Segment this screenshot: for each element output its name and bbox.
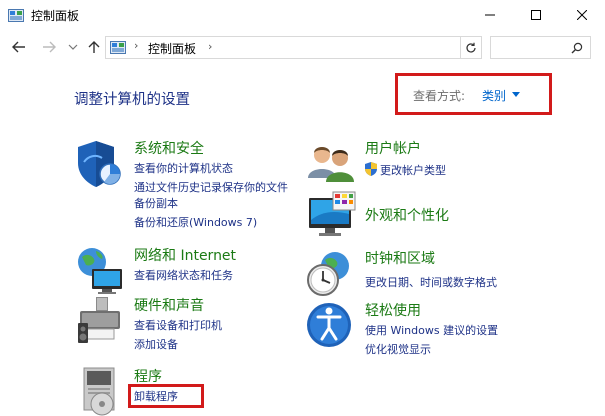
link-add-device[interactable]: 添加设备 <box>134 336 178 352</box>
address-bar: › 控制面板 › <box>0 31 605 63</box>
link-change-account-type[interactable]: 更改帐户类型 <box>380 162 446 178</box>
category-title[interactable]: 硬件和声音 <box>134 295 204 315</box>
link-recommended-settings[interactable]: 使用 Windows 建议的设置 <box>365 322 498 338</box>
close-icon <box>577 10 587 20</box>
page-title: 调整计算机的设置 <box>74 92 190 108</box>
search-input[interactable] <box>490 36 591 59</box>
category-title[interactable]: 程序 <box>134 366 162 386</box>
window-title: 控制面板 <box>31 9 80 23</box>
category-title[interactable]: 外观和个性化 <box>365 205 449 225</box>
refresh-icon <box>466 42 476 53</box>
category-title[interactable]: 用户帐户 <box>365 138 421 158</box>
dropdown-caret-icon[interactable] <box>512 92 520 97</box>
up-arrow-icon[interactable] <box>85 39 103 55</box>
minimize-button[interactable] <box>467 0 513 31</box>
forward-arrow-icon[interactable] <box>40 39 58 55</box>
category-title[interactable]: 轻松使用 <box>365 300 421 320</box>
link-devices-printers[interactable]: 查看设备和打印机 <box>134 317 222 333</box>
back-arrow-icon[interactable] <box>10 39 28 55</box>
link-change-date-time-format[interactable]: 更改日期、时间或数字格式 <box>365 274 497 290</box>
breadcrumb-chevron[interactable]: › <box>208 40 212 53</box>
view-by-dropdown[interactable]: 类别 <box>482 87 506 104</box>
link-view-computer-status[interactable]: 查看你的计算机状态 <box>134 160 233 176</box>
ease-of-access-icon[interactable] <box>305 300 357 352</box>
network-globe-icon[interactable] <box>74 245 126 297</box>
maximize-icon <box>531 10 541 20</box>
uac-shield-icon <box>365 162 377 176</box>
maximize-button[interactable] <box>513 0 559 31</box>
view-by-label: 查看方式: <box>413 89 466 103</box>
search-icon <box>571 42 583 54</box>
printer-speaker-icon[interactable] <box>74 295 126 347</box>
link-network-status[interactable]: 查看网络状态和任务 <box>134 267 233 283</box>
user-accounts-icon[interactable] <box>305 138 357 190</box>
recent-pages-chevron-icon[interactable] <box>64 39 82 55</box>
minimize-icon <box>485 14 495 16</box>
close-button[interactable] <box>559 0 605 31</box>
link-file-history[interactable]: 通过文件历史记录保存你的文件 <box>134 179 288 195</box>
programs-icon[interactable] <box>74 366 126 416</box>
category-title[interactable]: 时钟和区域 <box>365 248 435 268</box>
link-optimize-visual-display[interactable]: 优化视觉显示 <box>365 341 431 357</box>
control-panel-icon <box>8 9 24 22</box>
category-title[interactable]: 系统和安全 <box>134 138 204 158</box>
refresh-button[interactable] <box>461 36 482 59</box>
category-title[interactable]: 网络和 Internet <box>134 245 236 265</box>
shield-chart-icon[interactable] <box>74 138 126 190</box>
appearance-monitor-icon[interactable] <box>305 190 357 242</box>
breadcrumb-separator[interactable]: › <box>134 39 138 52</box>
breadcrumb-control-panel[interactable]: 控制面板 <box>148 40 196 57</box>
clock-globe-icon[interactable] <box>305 248 357 300</box>
control-panel-icon <box>110 41 126 54</box>
view-by-selector: 查看方式: 类别 <box>395 73 552 115</box>
link-file-history-backup[interactable]: 备份副本 <box>134 195 178 211</box>
address-field[interactable]: › 控制面板 › <box>105 36 461 59</box>
link-backup-restore[interactable]: 备份和还原(Windows 7) <box>134 214 257 230</box>
title-bar: 控制面板 <box>0 0 605 31</box>
uninstall-highlight <box>128 384 204 408</box>
